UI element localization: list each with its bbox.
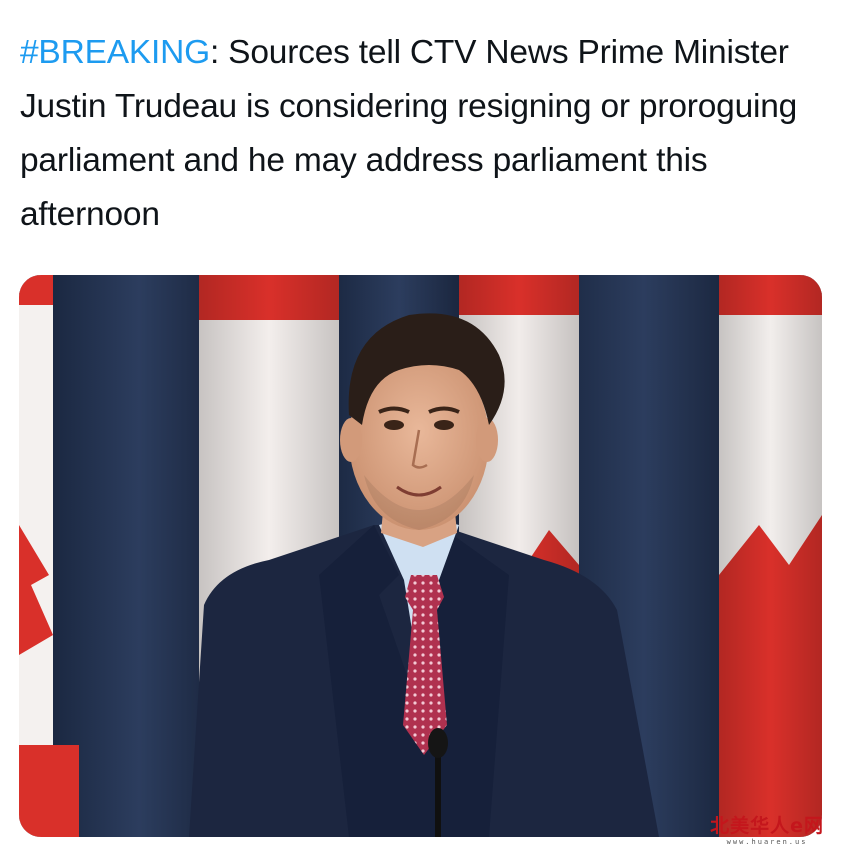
post-text: #BREAKING: Sources tell CTV News Prime M… — [20, 26, 820, 242]
post-image[interactable] — [19, 275, 822, 837]
watermark-logo-text: 北美华人e网 — [710, 815, 824, 837]
watermark-url: www.huaren.us — [726, 838, 808, 846]
site-watermark: 北美华人e网 www.huaren.us — [710, 815, 824, 847]
hashtag-link[interactable]: #BREAKING — [20, 34, 210, 71]
